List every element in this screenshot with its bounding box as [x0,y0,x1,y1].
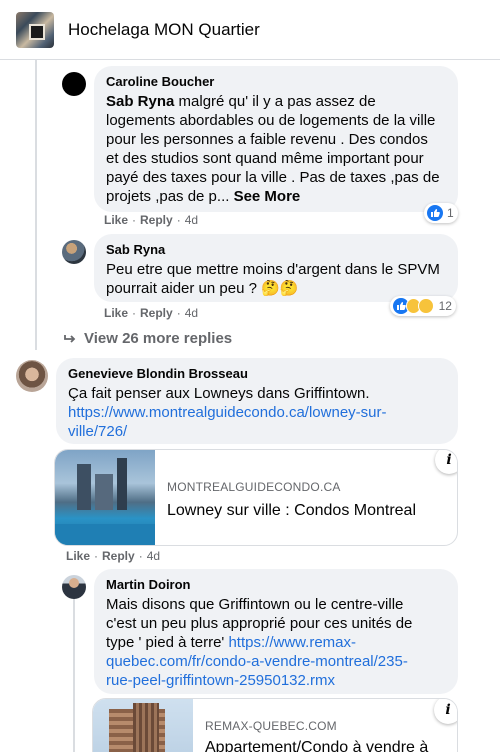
link-preview-card[interactable]: REMAX-QUEBEC.COM Appartement/Condo à ven… [92,698,458,752]
thread-line [73,598,75,752]
comment-text: Ça fait penser aux Lowneys dans Griffint… [68,385,387,440]
wow-reaction-icon [418,298,434,314]
info-icon[interactable]: i [434,699,457,724]
comment-author[interactable]: Sab Ryna [106,242,446,258]
comment-link[interactable]: rue-peel-griffintown-25950132.rmx [106,672,335,689]
avatar[interactable] [62,575,86,599]
comment-text: Sab Ryna malgré qu' il y a pas assez de … [106,93,440,205]
like-button[interactable]: Like [104,213,128,227]
comment-author[interactable]: Martin Doiron [106,577,446,593]
comment-link[interactable]: ville/726/ [68,423,127,440]
avatar[interactable] [62,72,86,96]
link-preview-image [93,699,193,752]
reaction-summary[interactable]: 12 [390,296,456,316]
reaction-summary[interactable]: 1 [424,203,458,223]
comment-author[interactable]: Caroline Boucher [106,74,446,90]
reply-arrow-icon [64,334,76,343]
comment-link[interactable]: quebec.com/fr/condo-a-vendre-montreal/23… [106,653,408,670]
link-domain: REMAX-QUEBEC.COM [205,719,337,733]
like-button[interactable]: Like [66,549,90,563]
comment-author[interactable]: Genevieve Blondin Brosseau [68,366,446,382]
comment-actions: Like · Reply · 4d [104,213,199,227]
timestamp[interactable]: 4d [185,213,198,227]
comment-actions: Like · Reply · 4d [104,306,199,320]
link-title: Lowney sur ville : Condos Montreal [167,502,417,519]
like-reaction-icon [427,205,443,221]
avatar[interactable] [62,240,86,264]
link-preview-card[interactable]: MONTREALGUIDECONDO.CA Lowney sur ville :… [54,449,458,546]
timestamp[interactable]: 4d [147,549,160,563]
comment-bubble: Genevieve Blondin Brosseau Ça fait pense… [56,358,458,444]
reply-button[interactable]: Reply [140,213,173,227]
info-icon[interactable]: i [435,450,457,474]
comment-bubble: Sab Ryna Peu etre que mettre moins d'arg… [94,234,458,302]
like-button[interactable]: Like [104,306,128,320]
group-header: Hochelaga MON Quartier [0,0,500,60]
group-avatar[interactable] [16,12,54,48]
reaction-count: 1 [447,206,454,220]
comment-text: Peu etre que mettre moins d'argent dans … [106,261,440,297]
thread-line [35,60,37,350]
reply-button[interactable]: Reply [102,549,135,563]
link-preview-image [55,450,155,545]
comment-link[interactable]: https://www.montrealguidecondo.ca/lowney… [68,404,387,421]
mention-link[interactable]: Sab Ryna [106,93,174,110]
comment-link[interactable]: https://www.remax- [228,634,356,651]
comment-actions: Like · Reply · 4d [66,549,161,563]
comment-bubble: Caroline Boucher Sab Ryna malgré qu' il … [94,66,458,212]
group-title[interactable]: Hochelaga MON Quartier [68,20,260,40]
link-domain: MONTREALGUIDECONDO.CA [167,480,341,494]
link-title: Appartement/Condo à vendre à [205,739,429,752]
comment-text: Mais disons que Griffintown ou le centre… [106,596,413,689]
reply-button[interactable]: Reply [140,306,173,320]
see-more-link[interactable]: See More [234,188,301,205]
avatar[interactable] [16,360,48,392]
timestamp[interactable]: 4d [185,306,198,320]
reaction-count: 12 [438,299,452,313]
comment-bubble: Martin Doiron Mais disons que Griffintow… [94,569,458,694]
view-more-replies-button[interactable]: View 26 more replies [64,330,232,347]
